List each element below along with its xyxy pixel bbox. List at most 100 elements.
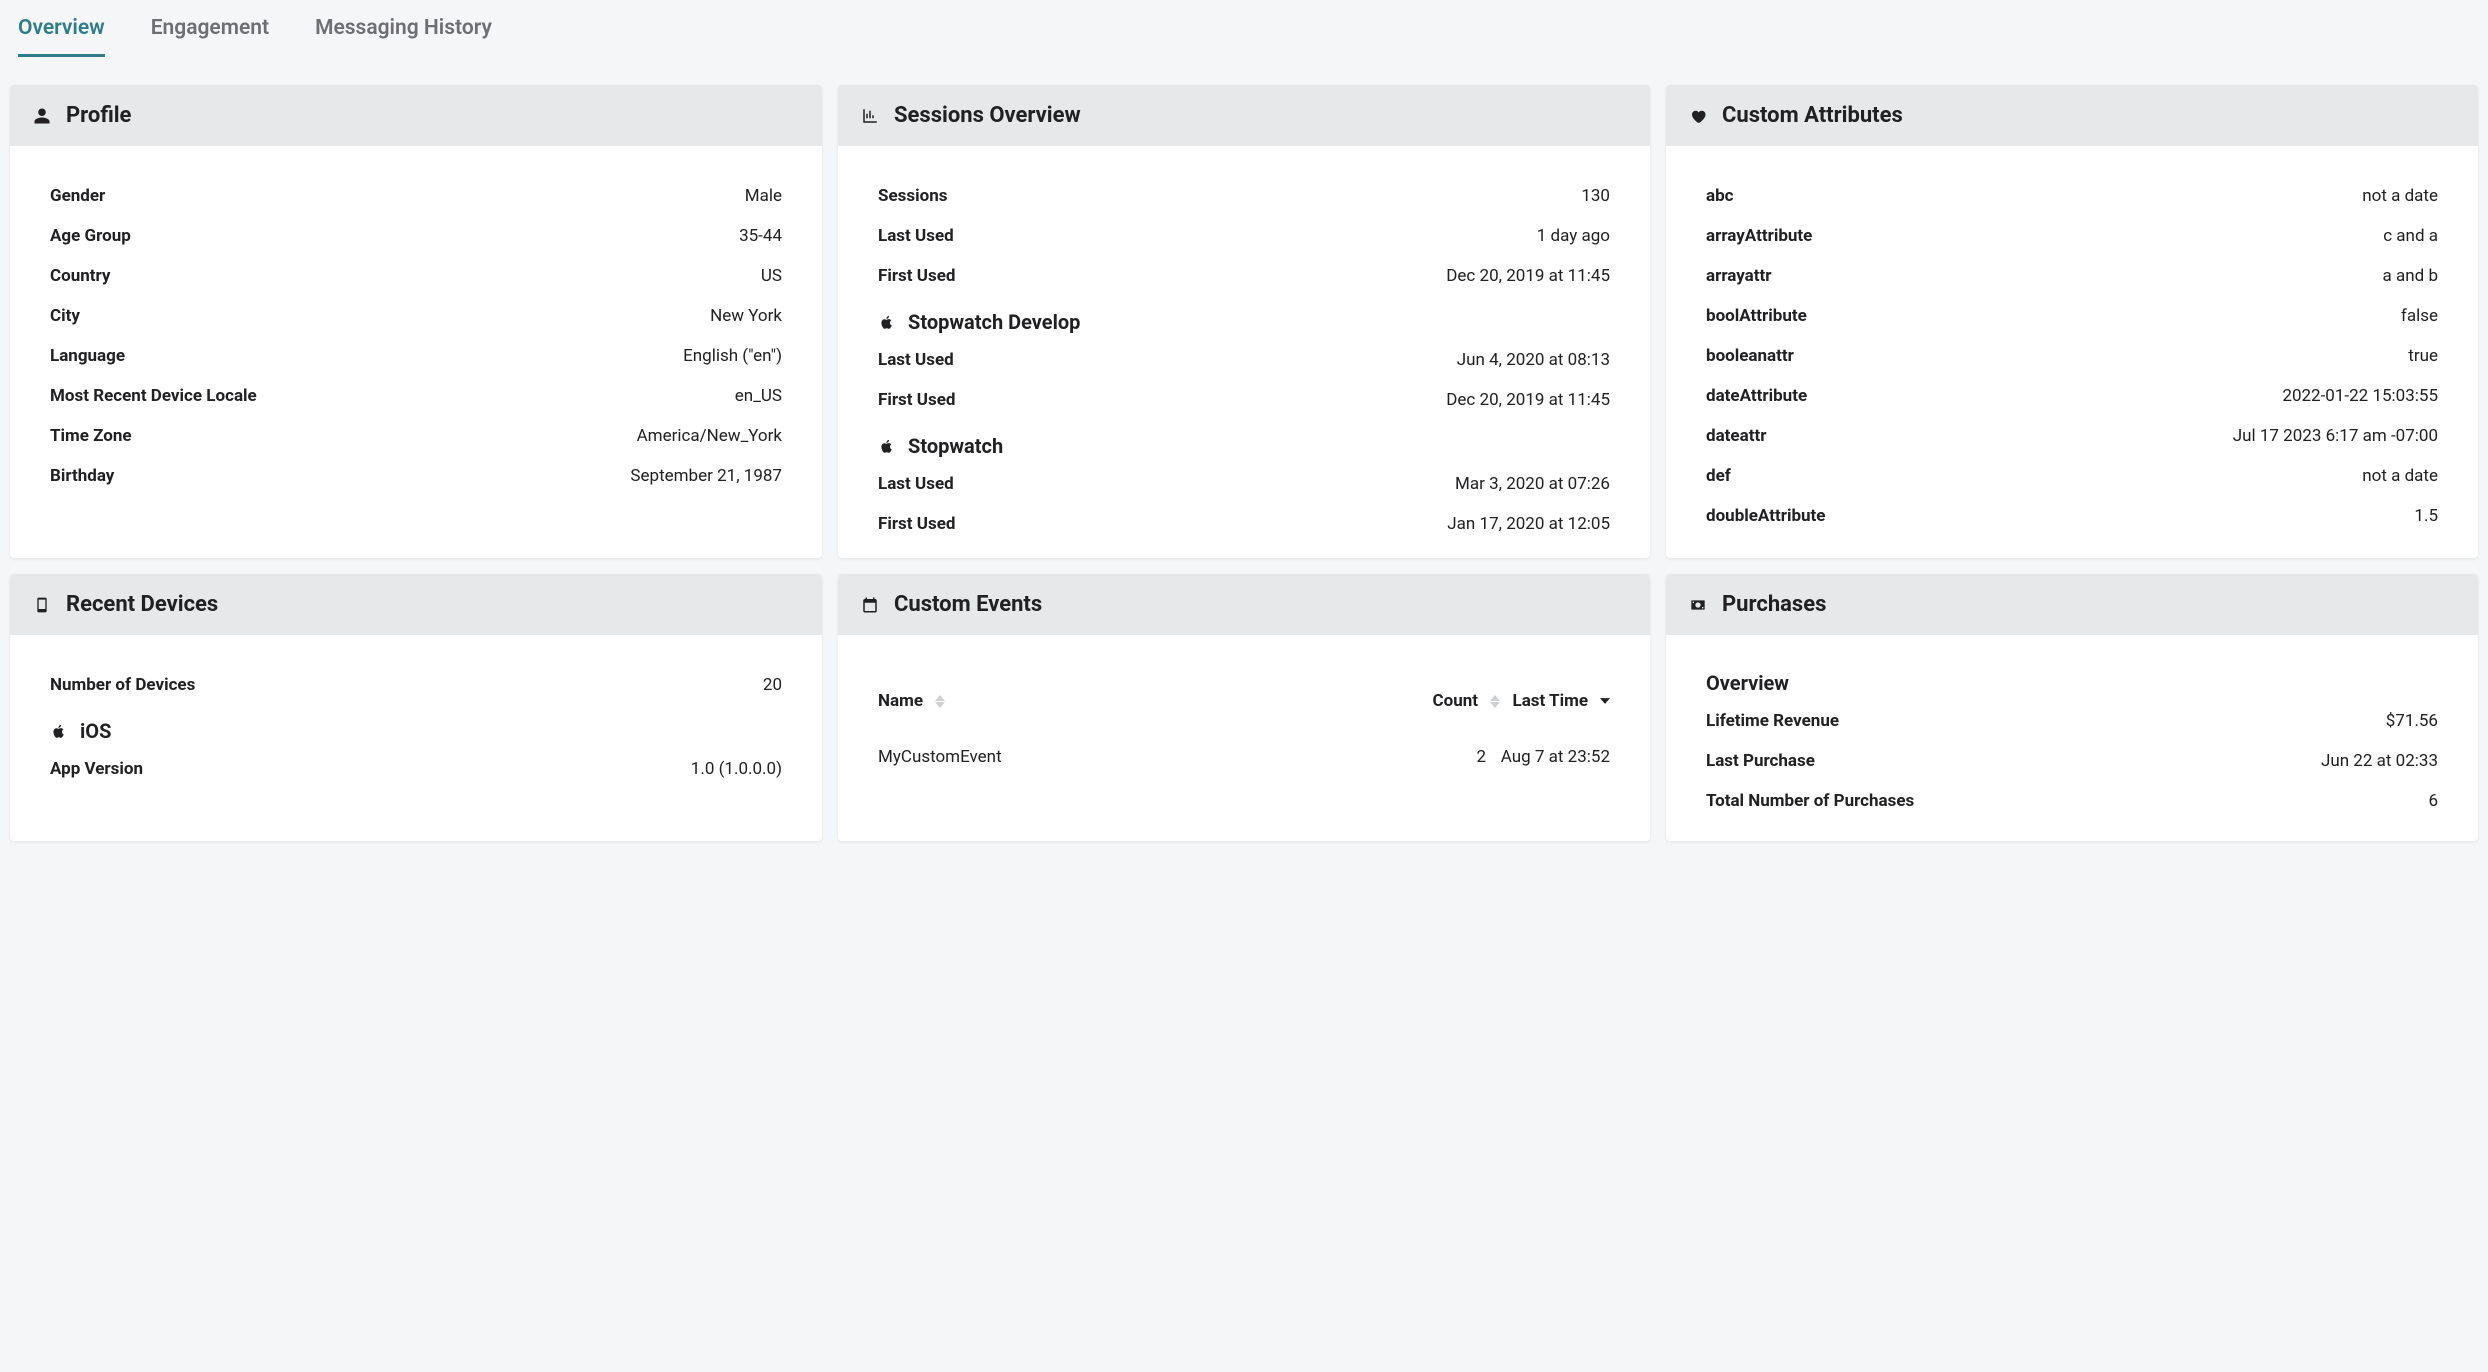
sessions-row: Last Used1 day ago	[878, 216, 1610, 256]
row-value: 1 day ago	[1537, 226, 1610, 246]
card-body-recent-devices[interactable]: Number of Devices20iOSApp Version1.0 (1.…	[10, 635, 822, 841]
row-key: doubleAttribute	[1706, 506, 1825, 526]
device-row: App Version1.0 (1.0.0.0)	[50, 749, 782, 789]
money-icon	[1688, 595, 1708, 615]
row-value: $71.56	[2386, 711, 2438, 731]
card-header-purchases: Purchases	[1666, 574, 2478, 635]
row-key: Age Group	[50, 226, 131, 246]
row-key: Gender	[50, 186, 105, 206]
bar-chart-icon	[860, 106, 880, 126]
card-title: Custom Attributes	[1722, 103, 1903, 128]
user-icon	[32, 106, 52, 126]
card-title: Purchases	[1722, 592, 1826, 617]
row-key: Birthday	[50, 466, 114, 486]
tab-engagement[interactable]: Engagement	[151, 0, 269, 57]
attribute-row: booleanattr true	[1706, 336, 2438, 376]
card-header-sessions: Sessions Overview	[838, 85, 1650, 146]
row-key: First Used	[878, 514, 955, 534]
attribute-row: defnot a date	[1706, 456, 2438, 496]
heart-icon	[1688, 106, 1708, 126]
row-key: Language	[50, 346, 125, 366]
row-value: 35-44	[739, 226, 782, 246]
device-count-row: Number of Devices20	[50, 665, 782, 705]
app-row: Last UsedJun 4, 2020 at 08:13	[878, 340, 1610, 380]
row-key: booleanattr	[1706, 346, 1794, 366]
tab-messaging-history[interactable]: Messaging History	[315, 0, 492, 57]
profile-row: CountryUS	[50, 256, 782, 296]
row-key: Total Number of Purchases	[1706, 791, 1914, 811]
row-value: New York	[710, 306, 782, 326]
app-subheader: Stopwatch Develop	[878, 296, 1610, 340]
card-body-purchases[interactable]: Overview Lifetime Revenue $71.56 Last Purch…	[1666, 635, 2478, 841]
events-table-header: NameCountLast Time	[878, 665, 1610, 729]
row-value: Jul 17 2023 6:17 am -07:00	[2233, 426, 2438, 446]
row-key: dateAttribute	[1706, 386, 1807, 406]
col-count[interactable]: Count	[1410, 691, 1500, 711]
event-row: MyCustomEvent2Aug 7 at 23:52	[878, 729, 1610, 785]
card-title: Custom Events	[894, 592, 1042, 617]
attribute-row: dateAttribute 2022-01-22 15:03:55	[1706, 376, 2438, 416]
row-value: September 21, 1987	[630, 466, 782, 486]
row-value: 2022-01-22 15:03:55	[2282, 386, 2438, 406]
card-custom-attributes: Custom Attributes abcnot a datearrayAttr…	[1666, 85, 2478, 558]
tab-overview[interactable]: Overview	[18, 0, 105, 57]
row-key: arrayAttribute	[1706, 226, 1812, 246]
card-profile: Profile Gender Male Age Group 35-44 CountryU…	[10, 85, 822, 558]
phone-icon	[32, 595, 52, 615]
row-value: en_US	[735, 386, 782, 406]
row-value: Male	[745, 186, 782, 206]
row-value: Dec 20, 2019 at 11:45	[1446, 390, 1610, 410]
row-key: Lifetime Revenue	[1706, 711, 1839, 731]
card-header-profile: Profile	[10, 85, 822, 146]
profile-row: Birthday September 21, 1987	[50, 456, 782, 496]
row-value: 130	[1581, 186, 1610, 206]
row-key: Last Used	[878, 474, 954, 494]
card-header-custom-attributes: Custom Attributes	[1666, 85, 2478, 146]
attribute-row: doubleAttribute 1.5	[1706, 496, 2438, 536]
sort-icon[interactable]	[935, 695, 945, 708]
apple-icon	[878, 437, 896, 455]
row-key: abc	[1706, 186, 1734, 206]
card-body-custom-attributes[interactable]: abcnot a datearrayAttributec and aarraya…	[1666, 146, 2478, 558]
card-recent-devices: Recent Devices Number of Devices20iOSApp…	[10, 574, 822, 841]
attribute-row: abcnot a date	[1706, 176, 2438, 216]
purchase-row: Total Number of Purchases 6	[1706, 781, 2438, 821]
row-value: Jun 22 at 02:33	[2321, 751, 2438, 771]
profile-row: LanguageEnglish ("en")	[50, 336, 782, 376]
row-key: Last Used	[878, 350, 954, 370]
profile-row: CityNew York	[50, 296, 782, 336]
sessions-row: First UsedDec 20, 2019 at 11:45	[878, 256, 1610, 296]
row-value: US	[761, 266, 782, 286]
sort-icon[interactable]	[1490, 695, 1500, 708]
row-value: 1.5	[2414, 506, 2438, 526]
card-body-sessions[interactable]: Sessions130Last Used1 day agoFirst UsedD…	[838, 146, 1650, 558]
tabs: Overview Engagement Messaging History	[10, 0, 2478, 57]
app-name: Stopwatch	[908, 434, 1003, 458]
attribute-row: arrayAttribute c and a	[1706, 216, 2438, 256]
card-body-profile[interactable]: Gender Male Age Group 35-44 CountryUSCityNew…	[10, 146, 822, 558]
row-key: First Used	[878, 266, 955, 286]
row-value: c and a	[2383, 226, 2438, 246]
row-value: true	[2408, 346, 2438, 366]
app-row: Last UsedMar 3, 2020 at 07:26	[878, 464, 1610, 504]
profile-row: Gender Male	[50, 176, 782, 216]
purchases-overview-label: Overview	[1706, 665, 2438, 701]
row-key: Last Purchase	[1706, 751, 1815, 771]
sort-desc-icon[interactable]	[1600, 698, 1610, 704]
row-value: 6	[2428, 791, 2438, 811]
card-title: Sessions Overview	[894, 103, 1081, 128]
card-body-custom-events[interactable]: NameCountLast TimeMyCustomEvent2Aug 7 at…	[838, 635, 1650, 841]
app-subheader: Stopwatch	[878, 420, 1610, 464]
attribute-row: boolAttributefalse	[1706, 296, 2438, 336]
row-key: App Version	[50, 759, 143, 779]
col-last-time[interactable]: Last Time	[1500, 691, 1610, 711]
row-key: dateattr	[1706, 426, 1766, 446]
apple-icon	[878, 313, 896, 331]
row-key: boolAttribute	[1706, 306, 1807, 326]
col-name[interactable]: Name	[878, 691, 1410, 711]
event-last-time: Aug 7 at 23:52	[1500, 747, 1610, 767]
row-value: Jan 17, 2020 at 12:05	[1447, 514, 1610, 534]
row-value: America/New_York	[637, 426, 782, 446]
attribute-row: dateattr Jul 17 2023 6:17 am -07:00	[1706, 416, 2438, 456]
apple-icon	[50, 722, 68, 740]
